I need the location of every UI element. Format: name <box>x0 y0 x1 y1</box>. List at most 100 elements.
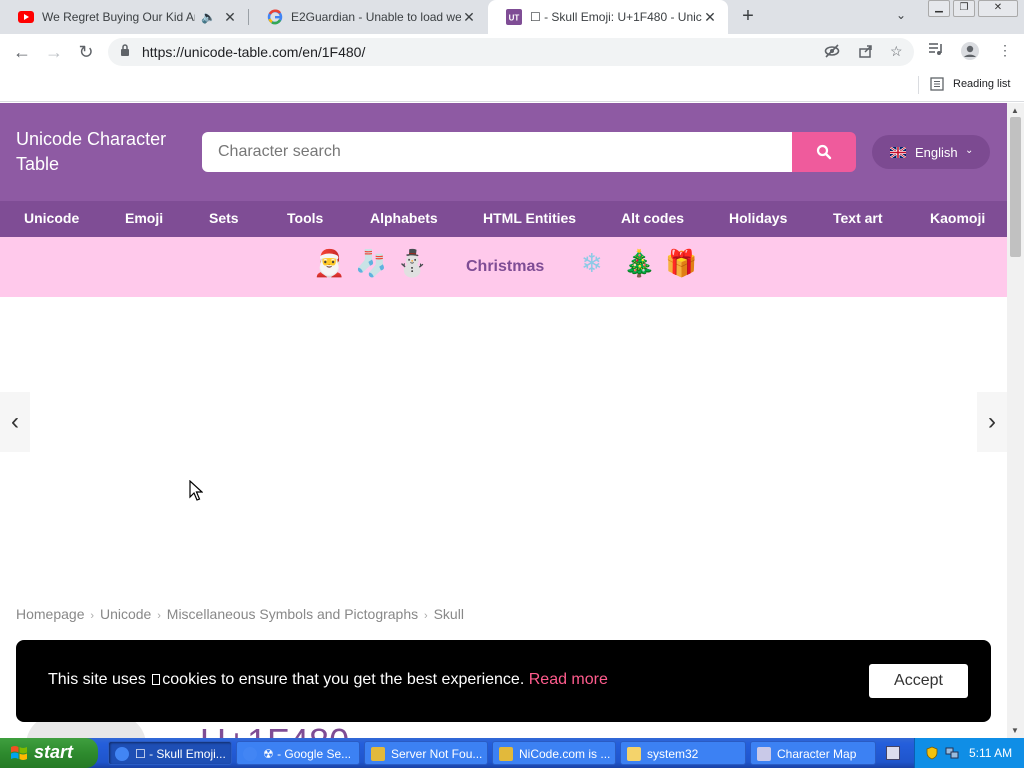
site-nav: Unicode Emoji Sets Tools Alphabets HTML … <box>0 201 1007 237</box>
gift-emoji[interactable]: 🎁 <box>665 249 697 279</box>
forward-arrow-icon[interactable]: → <box>42 40 66 64</box>
reload-icon[interactable]: ↻ <box>74 40 98 64</box>
keyboard-tray-icon[interactable] <box>886 746 900 760</box>
address-bar[interactable]: https://unicode-table.com/en/1F480/ ☆ <box>108 38 914 66</box>
breadcrumb-separator: › <box>424 610 428 622</box>
close-tab-icon[interactable]: ✕ <box>461 9 477 26</box>
uk-flag-icon <box>890 147 906 158</box>
taskbar-item-label: Character Map <box>777 747 857 761</box>
close-window-button[interactable]: ✕ <box>978 0 1018 17</box>
tab-title: We Regret Buying Our Kid An X <box>42 10 196 24</box>
taskbar-item-skull-emoji[interactable]: ☐ - Skull Emoji... <box>108 741 232 765</box>
back-arrow-icon[interactable]: ← <box>10 40 34 64</box>
tab-title: E2Guardian - Unable to load website <box>291 10 461 24</box>
nav-emoji[interactable]: Emoji <box>125 210 163 226</box>
taskbar-item-server-not-found[interactable]: Server Not Fou... <box>364 741 488 765</box>
bookmarks-divider <box>918 76 919 94</box>
start-button[interactable]: start <box>0 738 98 768</box>
breadcrumb: Homepage › Unicode › Miscellaneous Symbo… <box>16 606 464 622</box>
browser-tab-strip: We Regret Buying Our Kid An X 🔈 ✕ E2Guar… <box>0 0 1024 34</box>
lock-icon[interactable] <box>120 44 130 60</box>
url-text[interactable]: https://unicode-table.com/en/1F480/ <box>142 44 365 60</box>
tab-skull-emoji[interactable]: UT ☐ - Skull Emoji: U+1F480 - Unicode ✕ <box>488 0 728 34</box>
svg-text:UT: UT <box>509 14 520 23</box>
scroll-up-arrow-icon[interactable]: ▲ <box>1011 106 1019 115</box>
nav-alt-codes[interactable]: Alt codes <box>621 210 684 226</box>
christmas-tree-emoji[interactable]: 🎄 <box>623 249 655 279</box>
accept-cookies-button[interactable]: Accept <box>869 664 968 698</box>
scroll-down-arrow-icon[interactable]: ▼ <box>1011 726 1019 735</box>
new-tab-button[interactable]: + <box>736 5 760 29</box>
chrome-icon <box>115 747 129 761</box>
close-tab-icon[interactable]: ✕ <box>702 9 718 26</box>
tab-e2guardian[interactable]: E2Guardian - Unable to load website ✕ <box>249 0 487 34</box>
youtube-icon <box>18 9 34 25</box>
windows-logo-icon <box>11 746 27 760</box>
page-scrollbar[interactable]: ▲ ▼ <box>1007 103 1024 738</box>
cookie-message: This site uses cookies to ensure that yo… <box>48 671 608 689</box>
nav-html-entities[interactable]: HTML Entities <box>483 210 576 226</box>
search-button[interactable] <box>792 132 856 172</box>
security-shield-icon[interactable] <box>925 746 939 760</box>
nav-text-art[interactable]: Text art <box>833 210 883 226</box>
read-more-link[interactable]: Read more <box>529 671 608 688</box>
language-selector[interactable]: English ⌄ <box>872 135 990 169</box>
sock-emoji[interactable]: 🧦 <box>355 249 387 279</box>
share-icon[interactable] <box>858 43 874 62</box>
browser-window-icon <box>371 747 385 761</box>
snowman-emoji[interactable]: ⛄ <box>396 249 428 279</box>
mouse-cursor-icon <box>189 480 203 501</box>
close-tab-icon[interactable]: ✕ <box>222 9 238 26</box>
restore-window-button[interactable]: ❐ <box>953 0 975 17</box>
page-viewport: Unicode Character Table English ⌄ Unicod… <box>0 103 1007 738</box>
breadcrumb-current: Skull <box>433 606 464 622</box>
breadcrumb-unicode[interactable]: Unicode <box>100 606 151 622</box>
media-control-icon[interactable] <box>928 42 944 59</box>
taskbar-item-label: NiCode.com is ... <box>519 747 611 761</box>
reading-list-icon[interactable] <box>930 77 944 94</box>
cookie-text-after: cookies to ensure that you get the best … <box>162 671 525 688</box>
profile-avatar-icon[interactable] <box>960 41 980 64</box>
breadcrumb-homepage[interactable]: Homepage <box>16 606 85 622</box>
breadcrumb-block[interactable]: Miscellaneous Symbols and Pictographs <box>167 606 418 622</box>
scroll-thumb[interactable] <box>1010 117 1021 257</box>
browser-toolbar: ← → ↻ https://unicode-table.com/en/1F480… <box>0 34 1024 70</box>
taskbar-item-google-search[interactable]: ☢ - Google Se... <box>236 741 360 765</box>
network-tray-icon[interactable] <box>945 746 959 760</box>
character-search-input[interactable] <box>202 132 792 172</box>
site-header: Unicode Character Table English ⌄ <box>0 103 1007 201</box>
tab-search-chevron-icon[interactable]: ⌄ <box>896 8 906 22</box>
nav-holidays[interactable]: Holidays <box>729 210 787 226</box>
cookie-text-before: This site uses <box>48 671 146 688</box>
chrome-icon <box>243 747 257 761</box>
taskbar-clock[interactable]: 5:11 AM <box>969 746 1012 760</box>
nav-sets[interactable]: Sets <box>209 210 239 226</box>
site-logo-title[interactable]: Unicode Character Table <box>16 127 186 177</box>
taskbar-item-nicode[interactable]: NiCode.com is ... <box>492 741 616 765</box>
taskbar-item-label: Server Not Fou... <box>391 747 483 761</box>
nav-tools[interactable]: Tools <box>287 210 323 226</box>
nav-kaomoji[interactable]: Kaomoji <box>930 210 985 226</box>
nav-alphabets[interactable]: Alphabets <box>370 210 438 226</box>
minimize-window-button[interactable]: ▁ <box>928 0 950 17</box>
taskbar-item-system32[interactable]: system32 <box>620 741 746 765</box>
bookmark-star-icon[interactable]: ☆ <box>890 43 903 60</box>
reading-list-label[interactable]: Reading list <box>953 78 1010 90</box>
taskbar-item-label: ☐ - Skull Emoji... <box>135 747 226 761</box>
taskbar-item-character-map[interactable]: Character Map <box>750 741 876 765</box>
santa-emoji[interactable]: 🎅 <box>313 249 345 279</box>
carousel-prev-button[interactable]: ‹ <box>0 392 30 452</box>
speaker-icon[interactable]: 🔈 <box>201 10 216 24</box>
carousel-next-button[interactable]: › <box>977 392 1007 452</box>
christmas-label[interactable]: Christmas <box>466 258 544 276</box>
nav-unicode[interactable]: Unicode <box>24 210 79 226</box>
christmas-promo-banner[interactable]: 🎅 🧦 ⛄ Christmas ❄ 🎄 🎁 <box>0 237 1007 297</box>
taskbar-item-label: system32 <box>647 747 699 761</box>
tab-youtube[interactable]: We Regret Buying Our Kid An X 🔈 ✕ <box>0 0 248 34</box>
snowflake-emoji[interactable]: ❄ <box>581 249 603 279</box>
eye-slash-icon[interactable] <box>824 43 840 62</box>
cookie-banner: This site uses cookies to ensure that yo… <box>16 640 991 722</box>
more-menu-icon[interactable]: ⋮ <box>998 42 1012 59</box>
browser-window-icon <box>499 747 513 761</box>
codepoint-heading: U+1F480 <box>200 721 349 738</box>
